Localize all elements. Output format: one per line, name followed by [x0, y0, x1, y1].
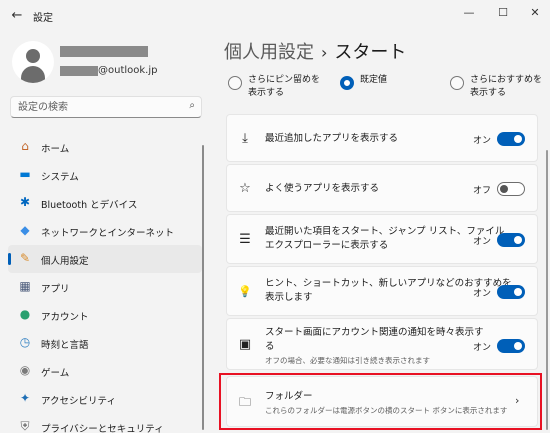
sidebar-nav: ⌂ ホーム ▬ システム ✱ Bluetooth とデバイス ◆ ネットワークと… [8, 133, 202, 433]
setting-description: オフの場合、必要な通知は引き続き表示されます [265, 356, 430, 365]
radio-circle[interactable] [228, 76, 242, 90]
home-icon: ⌂ [21, 139, 29, 153]
toggle-knob [514, 342, 522, 350]
sidebar-item-label: アプリ [41, 284, 70, 295]
sidebar-item-label: ホーム [41, 144, 70, 155]
toggle-state-text: オン [473, 289, 492, 299]
email-domain: @outlook.jp [98, 65, 158, 76]
shield-icon: ⛨ [20, 419, 30, 433]
setting-label: 最近開いた項目をスタート、ジャンプ リスト、ファイル エクスプローラーに表示する [265, 226, 505, 251]
user-email: @outlook.jp [60, 60, 158, 76]
toggle-knob [500, 185, 508, 193]
wifi-icon: ◆ [20, 223, 30, 237]
radio-circle[interactable] [340, 76, 354, 90]
avatar-body-icon [21, 66, 45, 83]
toggle-state-text: オン [473, 343, 492, 353]
account-notifications-toggle[interactable] [497, 339, 525, 353]
breadcrumb-personalization[interactable]: 個人用設定 [224, 42, 314, 63]
sidebar-item-time-language[interactable]: ◷ 時刻と言語 [8, 329, 202, 357]
title-bar: ← 設定 — ☐ ✕ [0, 0, 550, 32]
brush-icon: ✎ [19, 251, 31, 265]
start-layout-options: さらにピン留めを 表示する 既定値 さらにおすすめを 表示する [226, 72, 543, 104]
red-highlight-box [219, 373, 542, 430]
sidebar-item-label: 個人用設定 [41, 256, 89, 267]
close-button[interactable]: ✕ [520, 2, 550, 24]
sidebar-item-label: アクセシビリティ [41, 396, 116, 407]
sidebar-item-label: ゲーム [41, 368, 70, 379]
toggle-knob [514, 135, 522, 143]
sidebar-item-personalization[interactable]: ✎ 個人用設定 [8, 245, 202, 273]
sidebar-item-network[interactable]: ◆ ネットワークとインターネット [8, 217, 202, 245]
radio-label: さらにおすすめを 表示する [470, 75, 543, 98]
sidebar-item-accounts[interactable]: ● アカウント [8, 301, 202, 329]
setting-tips: 💡 ヒント、ショートカット、新しいアプリなどのおすすめを 表示します オン [226, 266, 538, 316]
gamepad-icon: ◉ [19, 363, 31, 377]
sidebar-item-bluetooth[interactable]: ✱ Bluetooth とデバイス [8, 189, 202, 217]
sidebar-item-label: プライバシーとセキュリティ [41, 424, 164, 433]
toggle-knob [514, 236, 522, 244]
sidebar-item-label: ネットワークとインターネット [41, 228, 175, 239]
settings-search-box[interactable]: ⌕ [10, 96, 202, 118]
redacted-email-user [60, 65, 98, 76]
setting-label: 最近追加したアプリを表示する [265, 133, 399, 144]
avatar [12, 41, 54, 83]
sidebar-item-gaming[interactable]: ◉ ゲーム [8, 357, 202, 385]
maximize-button[interactable]: ☐ [488, 2, 518, 24]
setting-label: スタート画面にアカウント関連の通知を時々表示する [265, 327, 484, 352]
sidebar-item-privacy-security[interactable]: ⛨ プライバシーとセキュリティ [8, 413, 202, 433]
radio-label: さらにピン留めを 表示する [248, 75, 321, 98]
system-monitor-icon: ▬ [19, 167, 31, 181]
recent-items-toggle[interactable] [497, 233, 525, 247]
setting-account-notifications: ▣ スタート画面にアカウント関連の通知を時々表示する オフの場合、必要な通知は引… [226, 318, 538, 370]
sidebar-item-system[interactable]: ▬ システム [8, 161, 202, 189]
notification-dot-icon: ▣ [238, 337, 252, 352]
radio-label: 既定値 [360, 75, 388, 85]
setting-label: よく使うアプリを表示する [265, 183, 380, 194]
star-icon: ☆ [239, 181, 251, 196]
setting-recent-items: ☰ 最近開いた項目をスタート、ジャンプ リスト、ファイル エクスプローラーに表示す… [226, 214, 538, 264]
sidebar-item-label: アカウント [41, 312, 89, 323]
back-arrow-icon[interactable]: ← [6, 5, 28, 27]
list-icon: ☰ [239, 232, 251, 247]
clock-globe-icon: ◷ [19, 335, 31, 349]
most-used-toggle[interactable] [497, 182, 525, 196]
sidebar-item-accessibility[interactable]: ✦ アクセシビリティ [8, 385, 202, 413]
tips-toggle[interactable] [497, 285, 525, 299]
recent-apps-toggle[interactable] [497, 132, 525, 146]
minimize-button[interactable]: — [454, 2, 484, 24]
account-icon: ● [19, 307, 31, 321]
sidebar-item-apps[interactable]: ▦ アプリ [8, 273, 202, 301]
search-input[interactable] [18, 101, 168, 114]
apps-icon: ▦ [19, 279, 31, 293]
redacted-user-name [60, 46, 148, 57]
breadcrumb-separator-icon: › [321, 43, 328, 62]
setting-most-used: ☆ よく使うアプリを表示する オフ [226, 164, 538, 212]
bluetooth-icon: ✱ [19, 195, 31, 209]
search-icon[interactable]: ⌕ [189, 100, 195, 111]
radio-circle[interactable] [450, 76, 464, 90]
sidebar-item-label: システム [41, 172, 79, 183]
sidebar-item-label: 時刻と言語 [41, 340, 89, 351]
accessibility-icon: ✦ [19, 391, 31, 405]
breadcrumb-current: スタート [334, 42, 407, 63]
setting-recent-apps: ⤓ 最近追加したアプリを表示する オン [226, 114, 538, 162]
sidebar-scrollbar[interactable] [202, 145, 204, 430]
toggle-state-text: オフ [473, 186, 492, 196]
toggle-knob [514, 288, 522, 296]
toggle-state-text: オン [473, 237, 492, 247]
lightbulb-icon: 💡 [238, 285, 252, 298]
toggle-state-text: オン [473, 136, 492, 146]
avatar-head-icon [26, 49, 40, 63]
user-profile[interactable]: @outlook.jp [10, 40, 210, 84]
sidebar-item-label: Bluetooth とデバイス [41, 200, 138, 211]
download-icon: ⤓ [242, 131, 248, 146]
page-title: 個人用設定 › スタート [224, 38, 406, 64]
sidebar-item-home[interactable]: ⌂ ホーム [8, 133, 202, 161]
app-title: 設定 [33, 13, 53, 24]
content-scrollbar[interactable] [546, 150, 548, 430]
